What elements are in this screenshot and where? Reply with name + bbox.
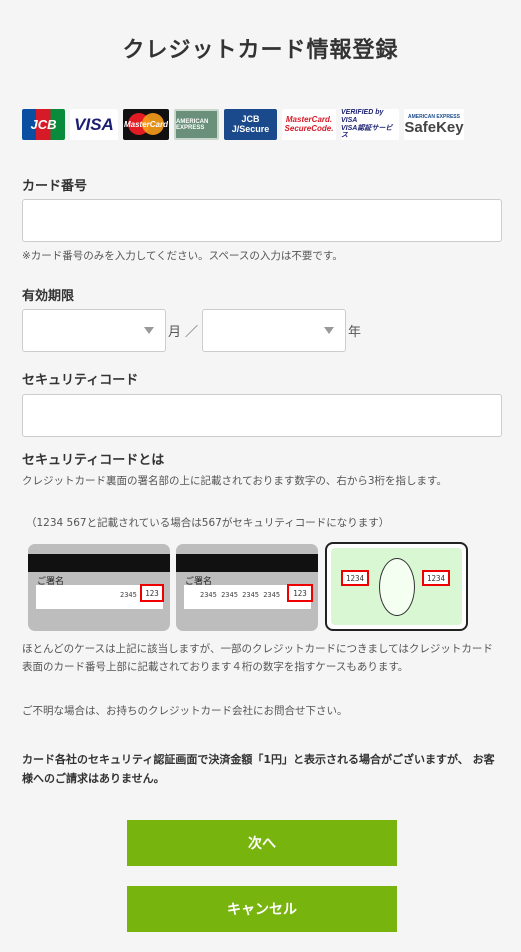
vbv-logo-top: VERIFIED by VISA <box>341 109 384 124</box>
jsecure-logo: JCB J/Secure <box>224 109 277 140</box>
page-title: クレジットカード情報登録 <box>122 38 399 63</box>
mc-securecode-logo: MasterCard. SecureCode. <box>282 109 336 140</box>
chevron-down-icon <box>144 327 154 334</box>
security-help-example: （1234 567と記載されている場合は567がセキュリティコードになります） <box>26 517 390 529</box>
security-code-highlight: 123 <box>140 584 164 602</box>
next-button[interactable]: 次へ <box>127 820 397 866</box>
expiry-label: 有効期限 <box>22 289 75 304</box>
card-oval-mark <box>379 558 415 616</box>
card-front-face: 1234 1234 <box>331 548 462 625</box>
safekey-logo-bottom: SafeKey <box>404 118 464 136</box>
card-back-numbers: 2345 <box>120 591 137 599</box>
jcb-logo-text: JCB <box>30 117 57 132</box>
card-number-note: ※カード番号のみを入力してください。スペースの入力は不要です。 <box>22 250 343 262</box>
mastercard-logo-text: MasterCard <box>123 120 168 129</box>
expiry-year-select[interactable] <box>202 309 346 352</box>
security-help-heading: セキュリティコードとは <box>22 453 165 468</box>
card-front-illustration: 1234 1234 <box>325 542 468 631</box>
security-help-text: クレジットカード裏面の署名部の上に記載されております数字の、右から3桁を指します… <box>22 475 447 487</box>
card-back-illustration: ご署名 2345 2345 2345 2345 123 <box>176 544 318 631</box>
visa-logo-text: VISA <box>74 114 114 134</box>
cancel-button[interactable]: キャンセル <box>127 886 397 932</box>
month-unit: 月 <box>168 325 182 340</box>
mcsc-logo-bottom: SecureCode. <box>284 123 334 133</box>
visa-logo: VISA <box>70 109 118 140</box>
amex-logo: AMERICAN EXPRESS <box>174 109 219 140</box>
security-help-additional: ほとんどのケースは上記に該当しますが、一部のクレジットカードにつきましてはクレジ… <box>22 643 493 674</box>
card-back-numbers: 2345 2345 2345 2345 <box>200 591 281 599</box>
verified-by-visa-logo: VERIFIED by VISA VISA認証サービス <box>341 109 399 140</box>
card-brand-logos: JCB VISA MasterCard AMERICAN EXPRESS JCB… <box>22 109 464 140</box>
card-number-label: カード番号 <box>22 179 88 194</box>
magnetic-stripe <box>176 554 318 572</box>
year-unit: 年 <box>348 325 362 340</box>
mastercard-logo: MasterCard <box>123 109 169 140</box>
amex-logo-text: AMERICAN EXPRESS <box>176 118 209 131</box>
security-code-input[interactable] <box>22 394 502 437</box>
card-back-illustration: ご署名 2345 123 <box>28 544 170 631</box>
front-code-highlight-left: 1234 <box>341 570 369 586</box>
expiry-month-select[interactable] <box>22 309 166 352</box>
expiry-separator: ／ <box>185 325 199 340</box>
payment-notice: カード各社のセキュリティ認証画面で決済金額「1円」と表示される場合がございますが… <box>22 753 495 786</box>
security-code-label: セキュリティコード <box>22 373 139 388</box>
safekey-logo: AMERICAN EXPRESS SafeKey <box>404 109 464 140</box>
front-code-highlight-right: 1234 <box>422 570 450 586</box>
jsecure-logo-bottom: J/Secure <box>231 123 270 134</box>
security-help-contact: ご不明な場合は、お持ちのクレジットカード会社にお問合せ下さい。 <box>22 705 348 717</box>
jcb-logo: JCB <box>22 109 65 140</box>
chevron-down-icon <box>324 327 334 334</box>
card-number-input[interactable] <box>22 199 502 242</box>
security-code-highlight: 123 <box>287 584 313 602</box>
vbv-logo-bottom: VISA認証サービス <box>341 124 393 140</box>
magnetic-stripe <box>28 554 170 572</box>
